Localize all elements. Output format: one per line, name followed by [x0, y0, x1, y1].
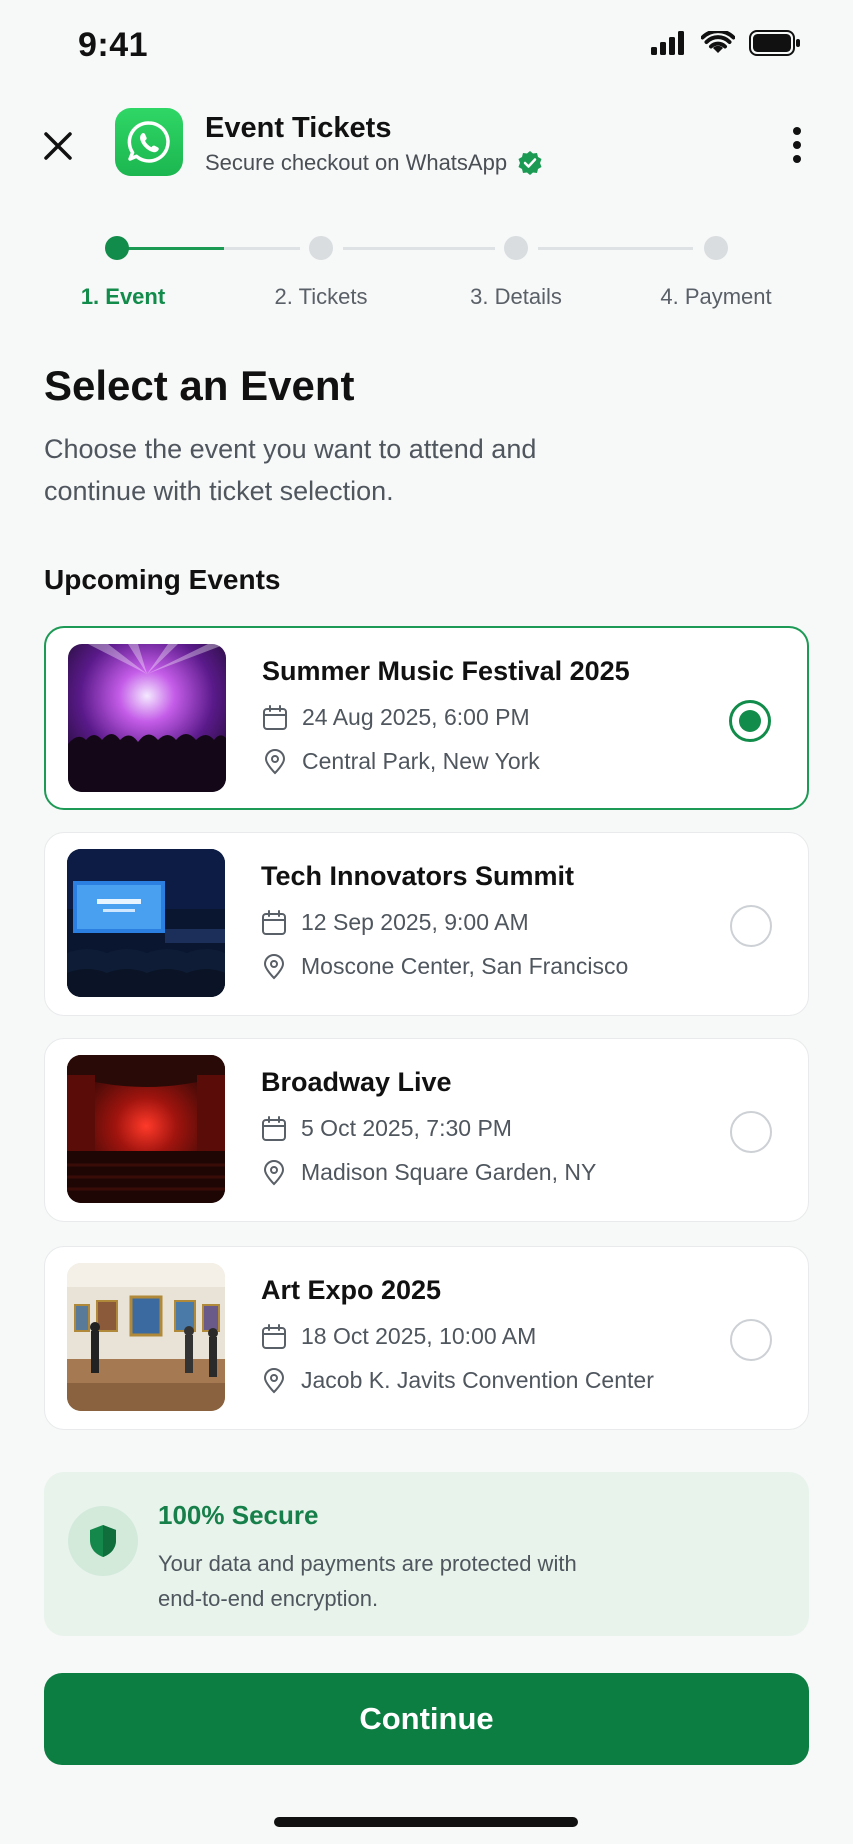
event-radio-button[interactable] — [730, 1319, 772, 1361]
event-card[interactable]: Art Expo 2025 18 Oct 2025, 10:00 AM Jaco… — [44, 1246, 809, 1430]
event-location: Madison Square Garden, NY — [301, 1159, 597, 1185]
event-date-row: 24 Aug 2025, 6:00 PM — [262, 704, 530, 731]
event-location-row: Jacob K. Javits Convention Center — [261, 1367, 654, 1394]
header: Event Tickets Secure checkout on WhatsAp… — [0, 100, 853, 190]
event-location: Moscone Center, San Francisco — [301, 953, 629, 979]
step-label-details: 3. Details — [470, 284, 562, 309]
event-location: Jacob K. Javits Convention Center — [301, 1367, 654, 1393]
home-indicator[interactable] — [274, 1817, 578, 1827]
header-subtitle-row: Secure checkout on WhatsApp — [205, 150, 543, 176]
event-name: Summer Music Festival 2025 — [262, 656, 630, 686]
conference-photo — [67, 849, 225, 997]
event-name: Broadway Live — [261, 1067, 452, 1097]
header-title: Event Tickets — [205, 112, 392, 144]
event-card[interactable]: Tech Innovators Summit 12 Sep 2025, 9:00… — [44, 832, 809, 1016]
step-connector — [343, 247, 495, 250]
more-vertical-icon — [793, 127, 801, 163]
event-card[interactable]: Summer Music Festival 2025 24 Aug 2025, … — [44, 626, 809, 810]
event-name: Tech Innovators Summit — [261, 861, 575, 891]
step-dot-payment — [704, 236, 728, 260]
step-connector — [538, 247, 693, 250]
event-date-row: 5 Oct 2025, 7:30 PM — [261, 1115, 512, 1142]
location-pin-icon — [263, 953, 285, 979]
event-radio-button[interactable] — [729, 700, 771, 742]
step-label-payment: 4. Payment — [660, 284, 772, 309]
page-title: Select an Event — [44, 362, 355, 409]
progress-stepper: 1. Event 2. Tickets 3. Details 4. Paymen… — [0, 230, 853, 320]
step-dot-tickets — [309, 236, 333, 260]
step-label-event: 1. Event — [80, 284, 166, 309]
secure-banner: 100% Secure Your data and payments are p… — [44, 1472, 809, 1636]
event-name: Art Expo 2025 — [261, 1275, 442, 1305]
event-location-row: Madison Square Garden, NY — [261, 1159, 596, 1186]
wifi-icon — [701, 31, 735, 53]
event-location-row: Central Park, New York — [262, 748, 540, 775]
whatsapp-logo-icon — [115, 108, 183, 176]
event-date: 18 Oct 2025, 10:00 AM — [301, 1323, 537, 1349]
location-pin-icon — [263, 1367, 285, 1393]
event-date-row: 12 Sep 2025, 9:00 AM — [261, 909, 529, 936]
more-options-button[interactable] — [777, 120, 817, 170]
header-subtitle: Secure checkout on WhatsApp — [205, 150, 508, 175]
page-description: Choose the event you want to attend and … — [44, 434, 537, 506]
status-bar: 9:41 — [0, 0, 853, 92]
event-location-row: Moscone Center, San Francisco — [261, 953, 628, 980]
concert-photo — [68, 644, 226, 792]
event-date: 12 Sep 2025, 9:00 AM — [301, 909, 529, 935]
status-icons — [651, 30, 801, 56]
event-date: 5 Oct 2025, 7:30 PM — [301, 1115, 512, 1141]
calendar-icon — [262, 1115, 286, 1141]
calendar-icon — [262, 909, 286, 935]
status-time: 9:41 — [78, 26, 149, 64]
battery-icon — [749, 30, 800, 56]
location-pin-icon — [263, 1159, 285, 1185]
event-location: Central Park, New York — [302, 748, 540, 774]
theater-photo — [67, 1055, 225, 1203]
secure-title: 100% Secure — [158, 1500, 319, 1530]
secure-text: Your data and payments are protected wit… — [158, 1551, 577, 1611]
step-connector — [128, 247, 224, 250]
step-dot-details — [504, 236, 528, 260]
calendar-icon — [262, 1323, 286, 1349]
event-date-row: 18 Oct 2025, 10:00 AM — [261, 1323, 536, 1350]
cellular-signal-icon — [651, 31, 684, 55]
calendar-icon — [263, 704, 287, 730]
continue-button[interactable]: Continue — [44, 1673, 809, 1765]
close-icon — [44, 132, 72, 160]
event-radio-button[interactable] — [730, 1111, 772, 1153]
step-dot-event — [105, 236, 129, 260]
step-connector — [224, 247, 300, 250]
location-pin-icon — [264, 748, 286, 774]
section-title: Upcoming Events — [44, 564, 281, 595]
event-date: 24 Aug 2025, 6:00 PM — [302, 704, 530, 730]
event-radio-button[interactable] — [730, 905, 772, 947]
verified-badge-icon — [518, 151, 542, 175]
event-card[interactable]: Broadway Live 5 Oct 2025, 7:30 PM Madiso… — [44, 1038, 809, 1222]
close-button[interactable] — [34, 122, 82, 170]
step-label-tickets: 2. Tickets — [274, 284, 368, 309]
gallery-photo — [67, 1263, 225, 1411]
shield-icon — [68, 1506, 138, 1576]
